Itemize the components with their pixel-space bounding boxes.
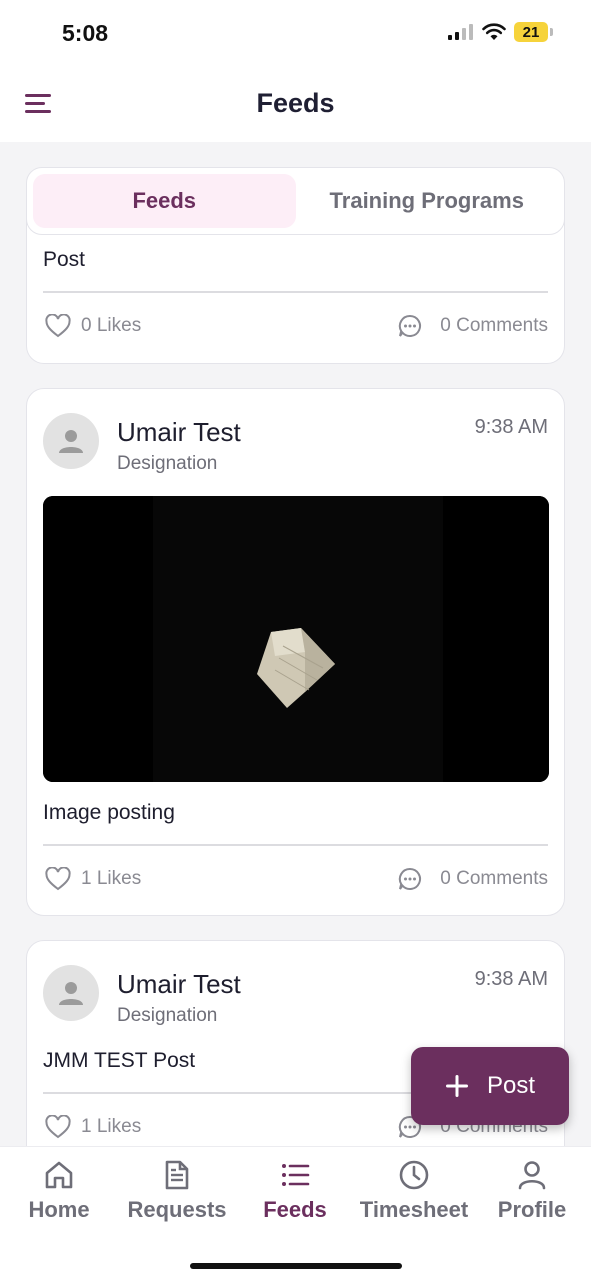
post-photo — [43, 496, 549, 782]
like-button[interactable]: 1 Likes — [45, 1115, 141, 1139]
nav-feeds-label: Feeds — [263, 1197, 327, 1222]
comment-button[interactable]: 0 Comments — [398, 314, 548, 338]
post-author[interactable]: Umair Test — [117, 969, 241, 1000]
post-text: Image posting — [43, 801, 175, 824]
wifi-icon — [482, 23, 506, 40]
battery-tip — [550, 28, 553, 36]
likes-count: 0 Likes — [81, 315, 142, 336]
status-time: 5:08 — [62, 20, 109, 46]
comments-count: 0 Comments — [440, 868, 548, 889]
post-divider — [43, 844, 548, 846]
post-card: Umair Test Designation 9:38 AM Image pos… — [26, 388, 565, 916]
list-icon — [282, 1164, 310, 1186]
signal-icon — [448, 24, 473, 40]
post-time: 9:38 AM — [474, 416, 548, 438]
comment-button[interactable]: 0 Comments — [398, 867, 548, 891]
bottom-nav: Home Requests Feeds Timesheet Profile — [0, 1146, 591, 1280]
nav-timesheet[interactable]: Timesheet — [355, 1159, 473, 1223]
likes-count: 1 Likes — [81, 1116, 142, 1137]
post-text: JMM TEST Post — [43, 1049, 196, 1072]
post-designation: Designation — [117, 1005, 218, 1026]
post-designation: Designation — [117, 453, 218, 474]
avatar[interactable] — [43, 413, 99, 469]
nav-home-label: Home — [28, 1197, 90, 1222]
comment-bubble-icon — [399, 314, 422, 337]
nav-feeds[interactable]: Feeds — [236, 1159, 354, 1223]
top-bar: 5:08 21 Feeds — [0, 0, 591, 142]
person-placeholder-icon — [59, 982, 83, 1005]
plus-icon — [445, 1075, 468, 1097]
nav-home[interactable]: Home — [0, 1159, 118, 1223]
clock-icon — [399, 1160, 429, 1190]
document-icon — [165, 1160, 189, 1190]
battery-icon: 21 — [514, 22, 548, 42]
like-button[interactable]: 0 Likes — [45, 314, 141, 338]
tab-feeds[interactable]: Feeds — [33, 174, 296, 228]
new-post-button[interactable]: Post — [411, 1047, 569, 1125]
person-icon — [518, 1161, 546, 1190]
nav-profile-label: Profile — [497, 1197, 567, 1222]
nav-requests-label: Requests — [127, 1197, 227, 1222]
home-indicator — [190, 1263, 402, 1269]
likes-count: 1 Likes — [81, 868, 142, 889]
new-post-label: Post — [486, 1072, 536, 1099]
heart-icon — [45, 314, 71, 338]
tab-bar: Feeds Training Programs — [26, 167, 565, 235]
heart-icon — [45, 867, 71, 891]
nav-profile[interactable]: Profile — [473, 1159, 591, 1223]
nav-requests[interactable]: Requests — [118, 1159, 236, 1223]
person-placeholder-icon — [59, 430, 83, 453]
comments-count: 0 Comments — [440, 315, 548, 336]
post-text: Post — [43, 248, 86, 271]
page-title: Feeds — [256, 88, 335, 118]
avatar[interactable] — [43, 965, 99, 1021]
status-icons: 21 — [448, 22, 553, 42]
heart-icon — [45, 1115, 71, 1139]
feed-scroll-area[interactable]: Feeds Training Programs Post 0 Likes 0 C… — [0, 142, 591, 1146]
post-time: 9:38 AM — [474, 968, 548, 990]
comment-bubble-icon — [399, 867, 422, 890]
tab-training-programs[interactable]: Training Programs — [296, 174, 559, 228]
post-author[interactable]: Umair Test — [117, 417, 241, 448]
like-button[interactable]: 1 Likes — [45, 867, 141, 891]
post-divider — [43, 291, 548, 293]
post-media[interactable] — [43, 496, 549, 782]
home-icon — [45, 1161, 73, 1189]
nav-timesheet-label: Timesheet — [359, 1197, 469, 1222]
